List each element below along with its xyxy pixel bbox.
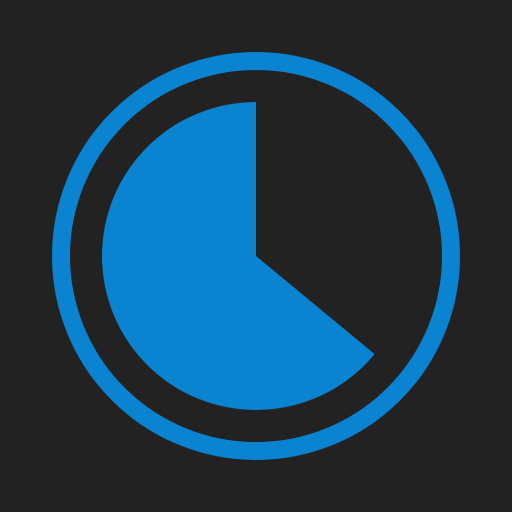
timer-icon bbox=[0, 0, 512, 512]
app-icon-tile[interactable] bbox=[0, 0, 512, 512]
